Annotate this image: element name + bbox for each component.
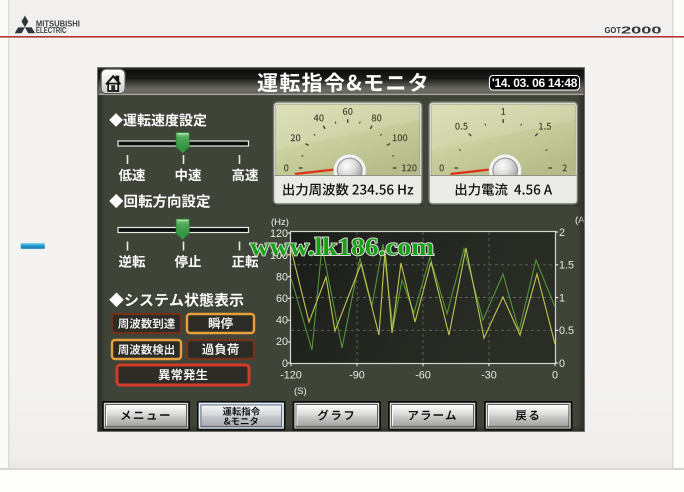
svg-text:80: 80 — [276, 271, 288, 283]
svg-text:(S): (S) — [294, 386, 307, 397]
svg-text:2: 2 — [559, 227, 565, 239]
svg-text:0: 0 — [552, 370, 558, 382]
svg-text:-120: -120 — [280, 370, 302, 382]
svg-text:-60: -60 — [415, 370, 431, 382]
svg-text:www.lk186.com: www.lk186.com — [250, 232, 434, 261]
svg-text:0.5: 0.5 — [559, 325, 574, 337]
svg-text:ELECTRIC: ELECTRIC — [36, 26, 67, 35]
svg-text:(Hz): (Hz) — [271, 217, 289, 228]
svg-text:'14. 03. 06 14:48: '14. 03. 06 14:48 — [492, 76, 578, 90]
svg-text:40: 40 — [276, 314, 288, 326]
svg-text:GOT: GOT — [605, 26, 622, 35]
svg-text:0: 0 — [282, 358, 288, 370]
svg-text:-30: -30 — [481, 370, 497, 382]
svg-text:0: 0 — [559, 358, 565, 370]
svg-text:1: 1 — [559, 292, 565, 304]
svg-text:-90: -90 — [349, 370, 365, 382]
svg-text:20: 20 — [276, 336, 288, 348]
svg-text:60: 60 — [276, 293, 288, 305]
svg-text:2000: 2000 — [621, 25, 662, 36]
svg-text:1.5: 1.5 — [559, 260, 574, 272]
